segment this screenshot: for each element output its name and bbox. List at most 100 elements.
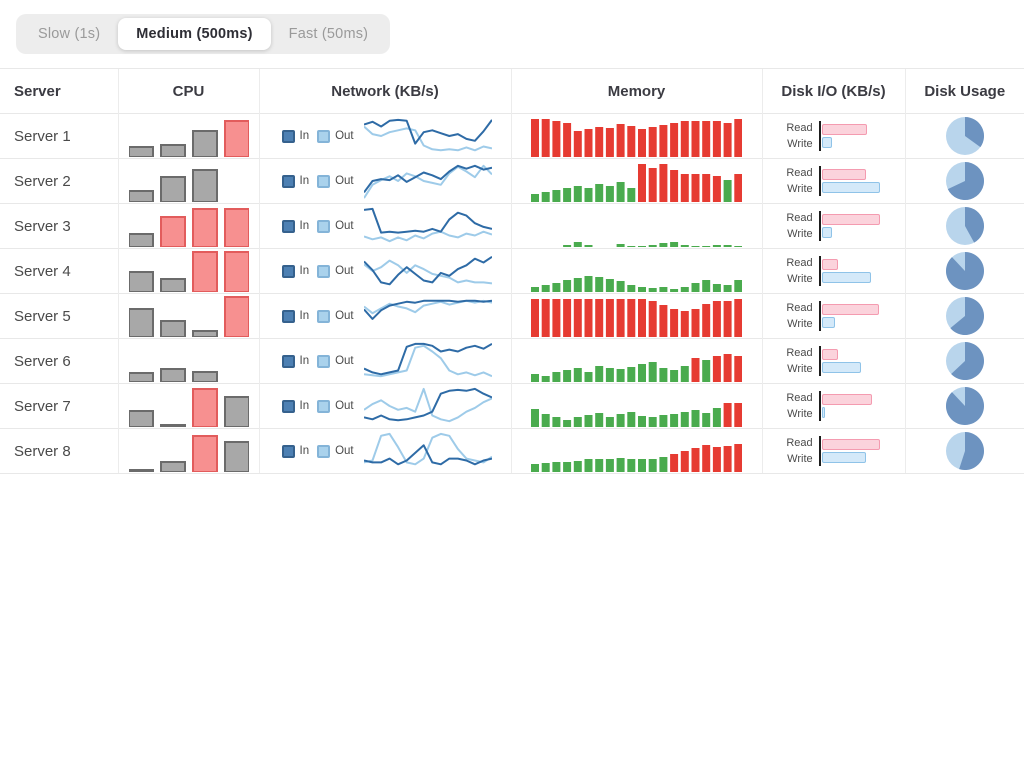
toggle-group: Slow (1s) Medium (500ms) Fast (50ms) <box>16 14 391 54</box>
disk-read-bar <box>821 124 867 135</box>
server-name: Server 5 <box>14 307 71 325</box>
disk-read-label: Read <box>786 437 813 449</box>
disk-read-label: Read <box>786 347 813 359</box>
disk-read-bar <box>821 214 880 225</box>
cpu-bar-chart <box>119 340 259 382</box>
disk-write-bar <box>821 317 835 328</box>
memory-bar-chart <box>512 430 762 472</box>
disk-read-bar <box>821 349 838 360</box>
disk-io-axis <box>818 301 881 331</box>
legend-out-swatch <box>317 444 331 458</box>
disk-usage-pie <box>906 162 1024 200</box>
table-row: Server 7 In Out Read Write <box>0 383 1024 429</box>
disk-write-bar <box>821 182 880 193</box>
memory-bar-chart <box>512 205 762 247</box>
legend-out-label: Out <box>335 175 354 187</box>
server-name: Server 1 <box>14 127 71 145</box>
toggle-slow-button[interactable]: Slow (1s) <box>20 18 118 50</box>
column-header-network: Network (KB/s) <box>258 68 511 114</box>
column-header-disk-usage: Disk Usage <box>904 68 1024 114</box>
cpu-bar-chart <box>119 250 259 292</box>
network-line-chart <box>363 116 492 156</box>
disk-read-label: Read <box>786 257 813 269</box>
legend-out-swatch <box>317 174 331 188</box>
network-legend: In Out <box>281 129 357 143</box>
disk-write-bar <box>821 137 832 148</box>
toggle-medium-button[interactable]: Medium (500ms) <box>118 18 271 50</box>
disk-write-label: Write <box>787 228 813 240</box>
toggle-fast-button[interactable]: Fast (50ms) <box>271 18 387 50</box>
disk-read-bar <box>821 304 879 315</box>
disk-io-axis <box>818 436 881 466</box>
legend-out-swatch <box>317 129 331 143</box>
network-legend: In Out <box>281 309 357 323</box>
cpu-bar-chart <box>119 430 259 472</box>
server-name: Server 4 <box>14 262 71 280</box>
table-row: Server 3 In Out Read Write <box>0 203 1024 249</box>
disk-write-bar <box>821 452 866 463</box>
disk-io-axis <box>818 166 881 196</box>
network-legend: In Out <box>281 219 357 233</box>
legend-out-swatch <box>317 309 331 323</box>
column-header-memory: Memory <box>510 68 762 114</box>
disk-write-bar <box>821 227 832 238</box>
refresh-rate-toggle: Slow (1s) Medium (500ms) Fast (50ms) <box>16 14 1024 54</box>
disk-read-bar <box>821 259 838 270</box>
disk-usage-pie <box>906 207 1024 245</box>
table-row: Server 6 In Out Read Write <box>0 338 1024 384</box>
disk-usage-pie <box>906 387 1024 425</box>
disk-write-label: Write <box>787 183 813 195</box>
network-legend: In Out <box>281 399 357 413</box>
legend-in-label: In <box>299 220 310 232</box>
legend-in-swatch <box>281 219 295 233</box>
legend-out-label: Out <box>335 220 354 232</box>
memory-bar-chart <box>512 250 762 292</box>
legend-out-label: Out <box>335 445 354 457</box>
table-row: Server 5 In Out Read Write <box>0 293 1024 339</box>
server-name: Server 8 <box>14 442 71 460</box>
legend-out-swatch <box>317 219 331 233</box>
table-row: Server 1 In Out Read Write <box>0 113 1024 159</box>
disk-write-label: Write <box>787 138 813 150</box>
cpu-bar-chart <box>119 295 259 337</box>
network-legend: In Out <box>281 444 357 458</box>
memory-bar-chart <box>512 295 762 337</box>
server-name: Server 2 <box>14 172 71 190</box>
legend-out-label: Out <box>335 355 354 367</box>
disk-write-label: Write <box>787 408 813 420</box>
memory-bar-chart <box>512 340 762 382</box>
legend-in-swatch <box>281 264 295 278</box>
disk-write-label: Write <box>787 363 813 375</box>
disk-usage-pie <box>906 342 1024 380</box>
disk-usage-pie <box>906 117 1024 155</box>
disk-read-bar <box>821 169 866 180</box>
legend-in-label: In <box>299 355 310 367</box>
legend-out-label: Out <box>335 400 354 412</box>
legend-in-swatch <box>281 174 295 188</box>
network-legend: In Out <box>281 264 357 278</box>
disk-write-bar <box>821 362 861 373</box>
network-line-chart <box>363 386 492 426</box>
legend-in-swatch <box>281 129 295 143</box>
cpu-bar-chart <box>119 115 259 157</box>
network-line-chart <box>363 161 492 201</box>
memory-bar-chart <box>512 115 762 157</box>
disk-write-label: Write <box>787 453 813 465</box>
network-line-chart <box>363 341 492 381</box>
network-line-chart <box>363 206 492 246</box>
legend-in-label: In <box>299 400 310 412</box>
memory-bar-chart <box>512 160 762 202</box>
column-header-cpu: CPU <box>117 68 259 114</box>
legend-in-label: In <box>299 310 310 322</box>
server-name: Server 3 <box>14 217 71 235</box>
disk-usage-pie <box>906 252 1024 290</box>
legend-in-label: In <box>299 265 310 277</box>
legend-out-swatch <box>317 354 331 368</box>
network-line-chart <box>363 431 492 471</box>
legend-in-swatch <box>281 444 295 458</box>
server-monitor-table: Server CPU Network (KB/s) Memory Disk I/… <box>0 68 1024 474</box>
legend-out-swatch <box>317 399 331 413</box>
legend-in-label: In <box>299 445 310 457</box>
legend-out-label: Out <box>335 310 354 322</box>
table-row: Server 8 In Out Read Write <box>0 428 1024 474</box>
